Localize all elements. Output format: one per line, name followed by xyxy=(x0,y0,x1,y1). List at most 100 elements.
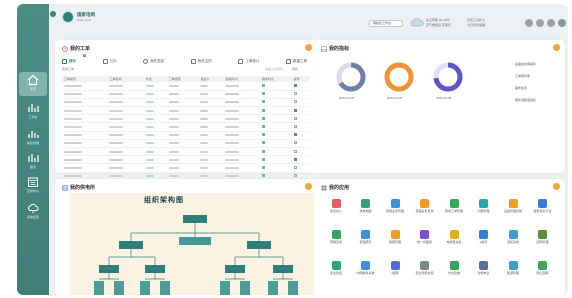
app-icon xyxy=(479,199,488,208)
tab-initiated[interactable]: 我的发起 xyxy=(143,57,164,65)
app-tile[interactable]: i国网 xyxy=(382,261,408,276)
rail-item-apps[interactable]: 应用中心 xyxy=(19,174,47,198)
table-row[interactable] xyxy=(62,122,310,132)
action-icon[interactable] xyxy=(293,116,297,120)
org-node xyxy=(240,281,250,295)
action-icon[interactable] xyxy=(293,165,297,169)
table-row[interactable] xyxy=(62,82,310,91)
org-node xyxy=(183,215,207,223)
cell-value xyxy=(145,134,154,137)
table-row[interactable] xyxy=(62,147,310,157)
action-icon[interactable] xyxy=(293,149,297,153)
gear-icon[interactable] xyxy=(553,183,560,190)
action-icon[interactable] xyxy=(293,100,297,104)
indicator-label: 服务满意度指标 xyxy=(515,98,537,102)
cell-value xyxy=(145,126,154,129)
app-tile[interactable]: 统一视图库 xyxy=(412,230,438,245)
gear-icon[interactable] xyxy=(553,44,560,51)
cell-value xyxy=(200,150,209,153)
rail-item-workbench[interactable]: 工作台 xyxy=(19,100,47,124)
table-row[interactable] xyxy=(62,155,310,165)
app-label: 营销应用 xyxy=(329,240,342,244)
app-tile[interactable]: 光伏运维 xyxy=(441,261,467,276)
app-tile[interactable]: 营销业务管理 xyxy=(382,199,408,214)
work-orders-card: 我的工单 待办 已办 我的发起 我关注的 工单统计 新建工单 2 我的工单 请输… xyxy=(55,40,317,203)
table-row[interactable] xyxy=(62,131,310,140)
rail-item-settings[interactable]: 系统设置 xyxy=(19,200,47,224)
refresh-button[interactable]: 刷新 xyxy=(292,67,298,71)
indicator-ring-2[interactable] xyxy=(383,61,415,93)
collapse-toggle[interactable] xyxy=(50,11,56,17)
action-icon[interactable] xyxy=(293,125,297,129)
weather-line-1: 多云转阴 22~28℃ xyxy=(426,18,451,22)
app-tile[interactable]: 能源管理 xyxy=(500,261,526,276)
workspace-select[interactable]: 网格员工作台 xyxy=(369,20,403,27)
gear-icon[interactable] xyxy=(305,183,312,190)
app-tile[interactable]: 安全管控 xyxy=(323,261,349,276)
app-tile[interactable]: 智能电表 xyxy=(471,261,497,276)
app-tile[interactable]: 内网邮件系统 xyxy=(353,261,379,276)
cell-value xyxy=(200,93,209,96)
tab-followed[interactable]: 我关注的 xyxy=(190,57,212,65)
chart-icon xyxy=(28,104,39,112)
action-icon[interactable] xyxy=(293,83,297,87)
app-icon xyxy=(390,261,400,270)
table-cell xyxy=(143,131,167,140)
app-label: 营销业务管理 xyxy=(385,209,404,213)
app-tile[interactable]: 网上国网 xyxy=(530,261,556,276)
tab-todo[interactable]: 待办 xyxy=(62,57,76,65)
app-tile[interactable]: e助手 xyxy=(471,230,497,245)
indicator-ring-1[interactable] xyxy=(335,61,367,93)
app-tile[interactable]: 设备管理系统 xyxy=(500,199,526,214)
app-tile[interactable]: 调控系统 xyxy=(500,230,526,245)
cell-value xyxy=(225,93,240,96)
indicator-ring-3[interactable] xyxy=(432,61,464,93)
action-icon[interactable] xyxy=(293,133,297,137)
app-tile[interactable]: 安全风险管控 xyxy=(412,261,438,276)
status-icon xyxy=(261,174,265,178)
app-icon xyxy=(420,230,429,239)
app-tile[interactable]: 营销研究 xyxy=(353,230,379,245)
table-cell xyxy=(62,139,108,149)
app-tile[interactable]: 客服管理 xyxy=(382,230,408,245)
table-row[interactable] xyxy=(62,98,310,108)
tab-new[interactable]: 新建工单 xyxy=(285,57,307,65)
table-row[interactable] xyxy=(62,163,310,173)
app-tile[interactable]: 服务信息平台 xyxy=(530,199,556,214)
action-icon[interactable] xyxy=(293,108,297,112)
table-row[interactable] xyxy=(62,90,310,99)
table-row[interactable] xyxy=(62,114,310,124)
app-tile[interactable]: 问题管理 xyxy=(471,199,497,214)
notification-icon[interactable] xyxy=(536,19,544,27)
table-cell xyxy=(143,114,167,124)
table-cell xyxy=(223,82,260,91)
settings-icon[interactable] xyxy=(547,19,555,27)
action-icon[interactable] xyxy=(293,92,297,96)
message-icon[interactable] xyxy=(525,19,533,27)
action-icon[interactable] xyxy=(293,141,297,145)
heart-icon xyxy=(190,58,196,64)
app-tile[interactable]: 移动工单管理 xyxy=(441,199,467,214)
rail-item-reports[interactable]: 报表 xyxy=(19,150,47,174)
tab-done[interactable]: 已办 xyxy=(102,57,117,65)
app-tile[interactable]: 配网管理 xyxy=(530,230,556,245)
gear-icon[interactable] xyxy=(305,44,312,51)
calendar-icon xyxy=(28,177,38,187)
tab-statistics[interactable]: 工单统计 xyxy=(238,57,259,65)
action-icon[interactable] xyxy=(293,174,297,178)
rail-item-indicators[interactable]: 指标管理 xyxy=(19,126,47,150)
cell-value xyxy=(200,109,209,112)
app-tile[interactable]: 综合办公 xyxy=(323,199,349,214)
org-node xyxy=(179,237,211,245)
app-tile[interactable]: 营销业务查询 xyxy=(412,199,438,214)
table-row[interactable] xyxy=(62,106,310,116)
search-input[interactable]: 请输入关键字 xyxy=(265,67,283,71)
user-avatar[interactable] xyxy=(558,19,566,27)
app-tile[interactable]: 供电地图 xyxy=(353,199,379,214)
app-tile[interactable]: 营销应用 xyxy=(323,230,349,245)
rail-item-home[interactable]: 首页 xyxy=(19,72,47,96)
app-tile[interactable]: 电能量采集 xyxy=(441,230,467,245)
table-cell xyxy=(62,90,108,99)
action-icon[interactable] xyxy=(293,157,297,161)
table-row[interactable] xyxy=(62,139,310,149)
